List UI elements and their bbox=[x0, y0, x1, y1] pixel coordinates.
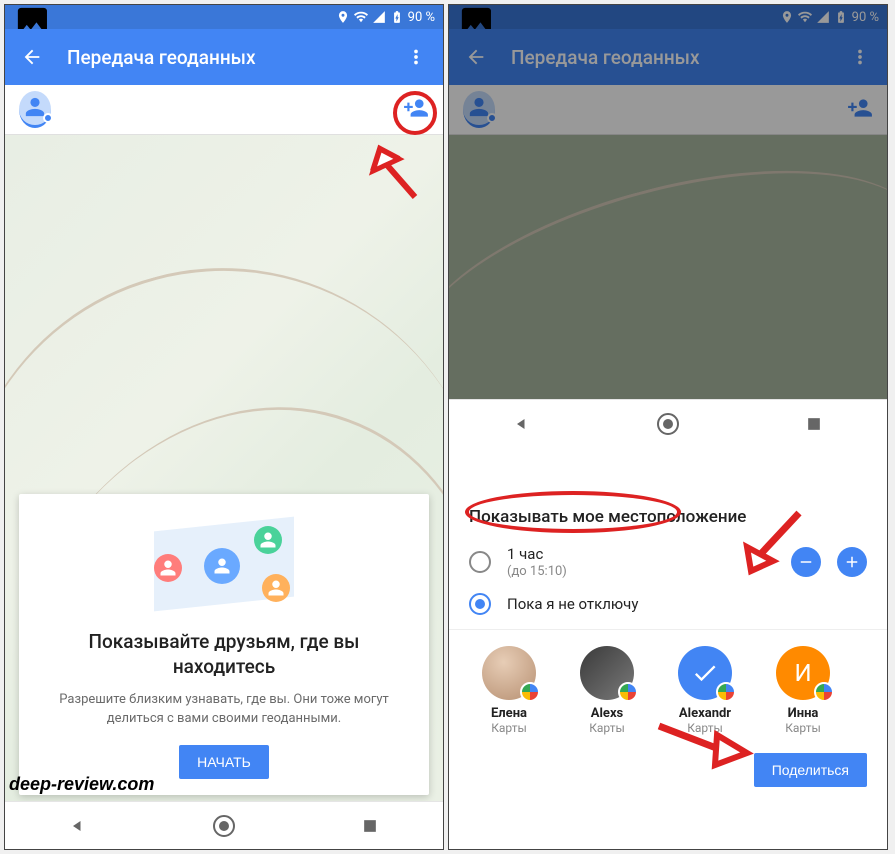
divider bbox=[449, 629, 887, 630]
contact-name: Alexs bbox=[567, 706, 647, 721]
contact-name: Alexandr bbox=[665, 706, 745, 721]
nav-bar bbox=[5, 801, 443, 849]
nav-home-icon[interactable] bbox=[213, 815, 235, 837]
avatar-row bbox=[5, 85, 443, 135]
radio-icon bbox=[469, 593, 491, 615]
nav-recent-icon[interactable] bbox=[804, 414, 824, 434]
contact-avatar: И bbox=[776, 646, 830, 700]
contact-app: Карты bbox=[763, 721, 843, 735]
card-title: Показывайте друзьям, где вы находитесь bbox=[37, 630, 411, 679]
share-sheet: Показывать мое местоположение 1 час (до … bbox=[449, 487, 887, 801]
back-icon[interactable] bbox=[21, 46, 43, 68]
screen-1: 14:09 90 % Передача геоданных bbox=[4, 4, 444, 850]
contact-app: Карты bbox=[469, 721, 549, 735]
contact-avatar bbox=[580, 646, 634, 700]
watermark: deep-review.com bbox=[9, 774, 154, 795]
maps-badge-icon bbox=[520, 682, 540, 702]
option-sublabel: (до 15:10) bbox=[507, 564, 567, 579]
battery-charging-icon bbox=[390, 10, 404, 24]
card-body: Разрешите близким узнавать, где вы. Они … bbox=[37, 691, 411, 729]
location-icon bbox=[336, 10, 350, 24]
wifi-icon bbox=[354, 10, 368, 24]
self-avatar[interactable] bbox=[19, 91, 51, 128]
card-illustration bbox=[144, 514, 304, 614]
contact-item[interactable]: И Инна Карты bbox=[763, 646, 843, 735]
share-button[interactable]: Поделиться bbox=[754, 753, 867, 787]
contact-name: Елена bbox=[469, 706, 549, 721]
maps-badge-icon bbox=[716, 682, 736, 702]
contact-item[interactable]: Елена Карты bbox=[469, 646, 549, 735]
option-label: 1 час bbox=[507, 545, 567, 564]
maps-badge-icon bbox=[618, 682, 638, 702]
duration-option-1hour[interactable]: 1 час (до 15:10) bbox=[469, 545, 867, 579]
sheet-title: Показывать мое местоположение bbox=[469, 507, 867, 527]
radio-icon bbox=[469, 551, 491, 573]
contacts-row: Елена Карты Alexs Карты Alexandr Карты И bbox=[469, 646, 867, 735]
promo-card: Показывайте друзьям, где вы находитесь Р… bbox=[19, 494, 429, 795]
status-bar: 14:09 90 % bbox=[5, 5, 443, 29]
contact-name: Инна bbox=[763, 706, 843, 721]
nav-home-icon[interactable] bbox=[657, 413, 679, 435]
start-button[interactable]: НАЧАТЬ bbox=[179, 745, 269, 779]
signal-icon bbox=[372, 10, 386, 24]
contact-app: Карты bbox=[567, 721, 647, 735]
add-person-button[interactable] bbox=[403, 95, 429, 125]
nav-back-icon[interactable] bbox=[68, 816, 88, 836]
contact-item[interactable]: Alexs Карты bbox=[567, 646, 647, 735]
maps-badge-icon bbox=[814, 682, 834, 702]
battery-percent: 90 % bbox=[408, 10, 435, 25]
app-bar: Передача геоданных bbox=[5, 29, 443, 85]
nav-back-icon[interactable] bbox=[512, 414, 532, 434]
more-icon[interactable] bbox=[405, 46, 427, 68]
nav-bar bbox=[449, 399, 887, 447]
increase-button[interactable] bbox=[837, 547, 867, 577]
appbar-title: Передача геоданных bbox=[67, 46, 381, 69]
duration-option-until-off[interactable]: Пока я не отключу bbox=[469, 593, 867, 615]
screen-2: 14:10 90 % Передача геоданных Показывать… bbox=[448, 4, 888, 850]
decrease-button[interactable] bbox=[791, 547, 821, 577]
check-icon bbox=[678, 646, 732, 700]
nav-recent-icon[interactable] bbox=[360, 816, 380, 836]
contact-item-selected[interactable]: Alexandr Карты bbox=[665, 646, 745, 735]
option-label: Пока я не отключу bbox=[507, 595, 638, 614]
contact-app: Карты bbox=[665, 721, 745, 735]
contact-avatar bbox=[482, 646, 536, 700]
